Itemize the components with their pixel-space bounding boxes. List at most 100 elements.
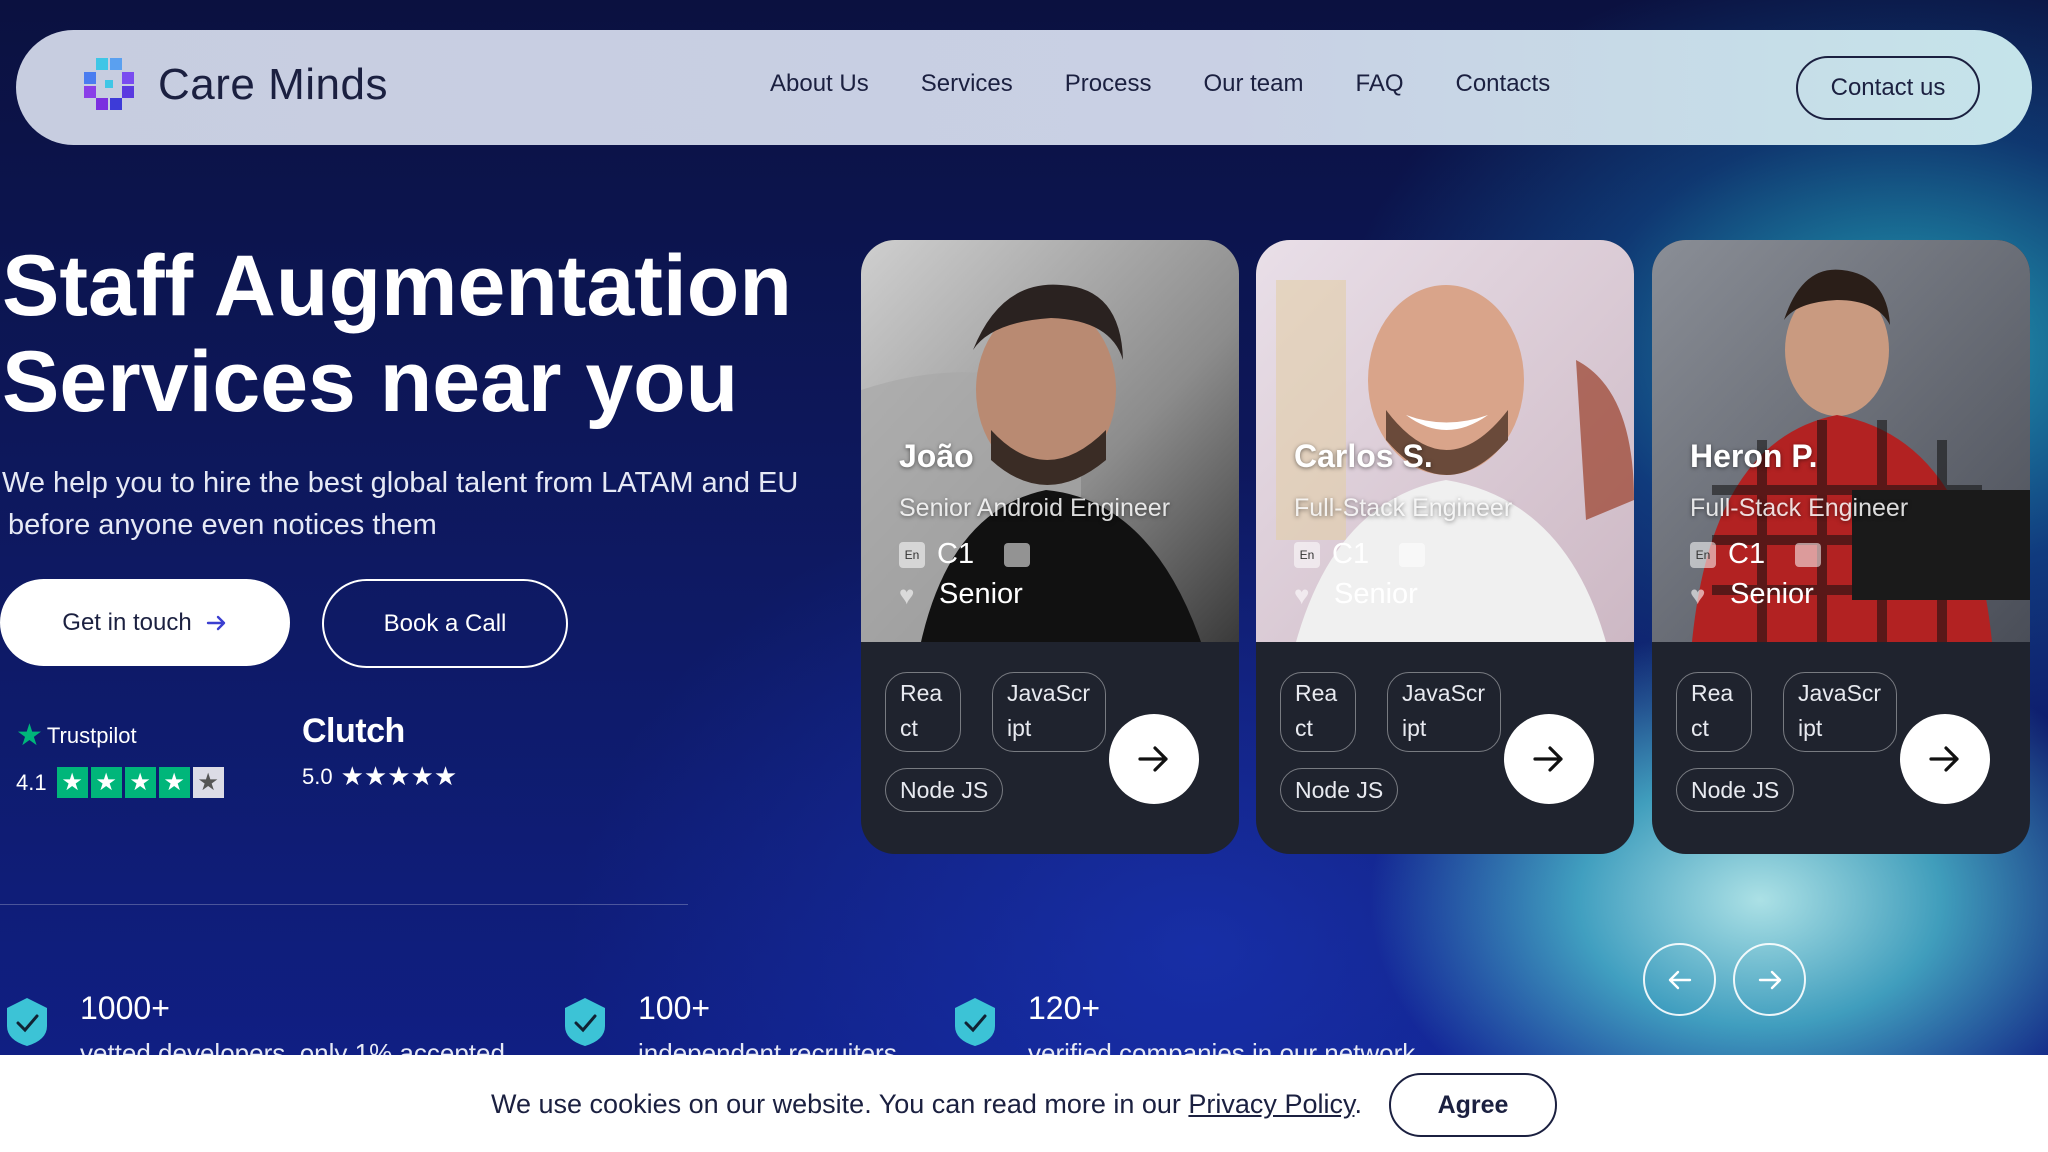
tag-line: ct (900, 715, 918, 741)
heart-icon: ♥ (899, 579, 915, 610)
clutch-stars-icon: ★★★★★ (340, 761, 458, 791)
developer-name: Heron P. (1690, 438, 1818, 474)
seniority-value: Senior (939, 578, 1023, 610)
tag-line: JavaScr (1402, 680, 1486, 706)
view-profile-button[interactable] (1900, 714, 1990, 804)
cookie-text-end: . (1354, 1089, 1362, 1119)
arrow-right-icon (1929, 746, 1959, 772)
carousel-prev-button[interactable] (1643, 943, 1716, 1016)
skill-tag-javascript: JavaScr ipt (1387, 672, 1501, 752)
developer-role: Full-Stack Engineer (1294, 494, 1513, 522)
tag-line: JavaScr (1798, 680, 1882, 706)
agree-button[interactable]: Agree (1389, 1073, 1557, 1137)
developer-card-heron[interactable]: Heron P. Full-Stack Engineer En C1 ♥ Sen… (1652, 240, 2030, 854)
skill-tag-nodejs: Node JS (1676, 768, 1795, 812)
view-profile-button[interactable] (1504, 714, 1594, 804)
privacy-policy-link[interactable]: Privacy Policy (1188, 1089, 1354, 1119)
stat-value: 120+ (1028, 990, 1101, 1026)
clutch-score: 5.0 (302, 763, 333, 789)
tag-line: Rea (1691, 680, 1734, 706)
star-icon: ★ (158, 767, 190, 798)
heart-icon: ♥ (1690, 579, 1706, 610)
briefcase-icon (1399, 542, 1426, 567)
heart-icon: ♥ (1294, 579, 1310, 610)
language-icon: En (1690, 541, 1716, 568)
seniority: ♥ Senior (1690, 578, 1814, 611)
skill-tag-javascript: JavaScr ipt (1783, 672, 1897, 752)
english-level: En C1 (1294, 538, 1426, 571)
cookie-text: We use cookies on our website. You can r… (491, 1089, 1189, 1119)
tag-line: ipt (1798, 715, 1823, 741)
star-icon: ★ (124, 767, 156, 798)
nav-process[interactable]: Process (1065, 70, 1152, 98)
tag-line: Rea (900, 680, 943, 706)
seniority-value: Senior (1334, 578, 1418, 610)
hero-divider (0, 904, 688, 905)
arrow-right-icon (1758, 970, 1781, 989)
skill-tag-react: Rea ct (1280, 672, 1356, 752)
stat-value: 100+ (638, 990, 711, 1026)
arrow-right-icon (1533, 746, 1563, 772)
nav-faq[interactable]: FAQ (1355, 70, 1403, 98)
english-level-value: C1 (937, 538, 975, 570)
developer-role: Senior Android Engineer (899, 494, 1171, 522)
trustpilot-label: Trustpilot (46, 722, 137, 748)
main-menu: About Us Services Process Our team FAQ C… (770, 70, 1602, 98)
seniority-value: Senior (1730, 578, 1814, 610)
get-in-touch-button[interactable]: Get in touch (0, 579, 290, 666)
trustpilot-stars: ★ ★ ★ ★ ★ (56, 767, 224, 798)
star-icon: ★ (90, 767, 122, 798)
skill-tag-react: Rea ct (1676, 672, 1752, 752)
hero-title-line-1: Staff Augmentation (2, 238, 792, 334)
shield-check-icon (955, 998, 995, 1046)
arrow-left-icon (1668, 970, 1691, 989)
tag-line: ipt (1007, 715, 1032, 741)
language-icon: En (1294, 541, 1320, 568)
arrow-right-icon (206, 615, 225, 630)
hero-title-line-2: Services near you (2, 334, 739, 430)
shield-check-icon (565, 998, 605, 1046)
clutch-rating[interactable]: Clutch 5.0 ★★★★★ (302, 712, 457, 792)
star-icon: ★ (56, 767, 88, 798)
skill-tag-nodejs: Node JS (885, 768, 1004, 812)
skill-tag-nodejs: Node JS (1280, 768, 1399, 812)
seniority: ♥ Senior (1294, 578, 1418, 611)
care-minds-logo-icon[interactable] (66, 52, 150, 122)
hero-title: Staff Augmentation Services near you (2, 238, 842, 430)
nav-services[interactable]: Services (921, 70, 1013, 98)
clutch-label: Clutch (302, 712, 405, 750)
stat-value: 1000+ (80, 990, 170, 1026)
briefcase-icon (1795, 542, 1822, 567)
nav-contacts[interactable]: Contacts (1456, 70, 1551, 98)
hero-subtitle: We help you to hire the best global tale… (2, 462, 862, 546)
carousel-next-button[interactable] (1733, 943, 1806, 1016)
hero-subtitle-line-2: before anyone even notices them (8, 509, 437, 541)
tag-line: Rea (1295, 680, 1338, 706)
developer-name: João (899, 438, 974, 474)
book-a-call-button[interactable]: Book a Call (322, 579, 568, 668)
trustpilot-rating[interactable]: ★ Trustpilot 4.1 ★ ★ ★ ★ ★ (16, 718, 224, 798)
developer-card-carlos[interactable]: Carlos S. Full-Stack Engineer En C1 ♥ Se… (1256, 240, 1634, 854)
language-icon: En (899, 541, 925, 568)
briefcase-icon (1004, 542, 1031, 567)
shield-check-icon (7, 998, 47, 1046)
brand-name[interactable]: Care Minds (158, 60, 388, 110)
view-profile-button[interactable] (1109, 714, 1199, 804)
tag-line: ct (1295, 715, 1313, 741)
developer-card-joao[interactable]: João Senior Android Engineer En C1 ♥ Sen… (861, 240, 1239, 854)
nav-about-us[interactable]: About Us (770, 70, 869, 98)
english-level: En C1 (1690, 538, 1822, 571)
skill-tag-react: Rea ct (885, 672, 961, 752)
get-in-touch-label: Get in touch (62, 608, 192, 636)
english-level-value: C1 (1332, 538, 1370, 570)
seniority: ♥ Senior (899, 578, 1023, 611)
nav-our-team[interactable]: Our team (1203, 70, 1303, 98)
trustpilot-star-icon: ★ (16, 719, 43, 752)
tag-line: JavaScr (1007, 680, 1091, 706)
skill-tag-javascript: JavaScr ipt (992, 672, 1106, 752)
tag-line: ct (1691, 715, 1709, 741)
english-level: En C1 (899, 538, 1031, 571)
developer-role: Full-Stack Engineer (1690, 494, 1909, 522)
top-navbar: Care Minds About Us Services Process Our… (16, 30, 2032, 145)
contact-us-button[interactable]: Contact us (1796, 56, 1980, 120)
